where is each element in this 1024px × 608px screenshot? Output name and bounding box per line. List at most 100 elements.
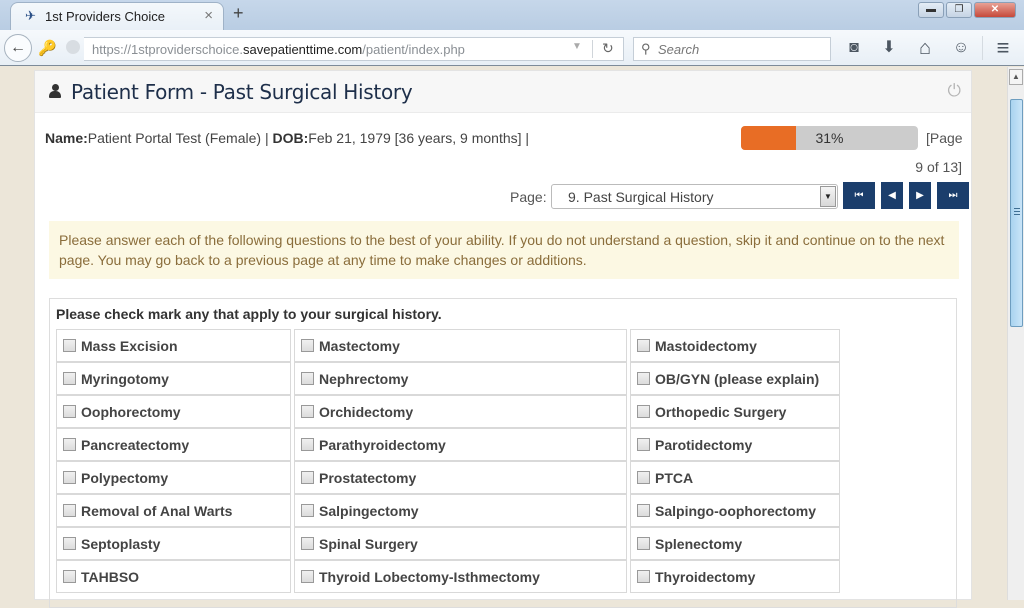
checkbox[interactable] [637,570,650,583]
checklist-item[interactable]: OB/GYN (please explain) [630,362,840,395]
checklist-item-label: Orchidectomy [319,403,414,420]
restore-button[interactable]: ❐ [946,2,972,18]
checklist-item[interactable]: Mass Excision [56,329,291,362]
url-separator [592,40,593,58]
url-dropdown-icon[interactable]: ▼ [572,41,582,52]
checklist-item[interactable]: Myringotomy [56,362,291,395]
pocket-icon[interactable]: ◙ [844,38,864,58]
checklist-item[interactable]: Polypectomy [56,461,291,494]
checkbox[interactable] [63,570,76,583]
checkbox[interactable] [301,471,314,484]
checkbox[interactable] [301,372,314,385]
checkbox[interactable] [63,438,76,451]
checklist-item[interactable]: Mastoidectomy [630,329,840,362]
checkbox[interactable] [63,504,76,517]
scroll-thumb[interactable] [1010,99,1023,327]
home-icon[interactable]: ⌂ [915,38,935,58]
checklist-item[interactable]: Salpingo-oophorectomy [630,494,840,527]
patient-form-panel: Patient Form - Past Surgical History ⏻ N… [34,70,972,608]
page-select-label: Page: [510,189,547,205]
checklist-item-label: Polypectomy [81,469,169,486]
new-tab-button[interactable]: + [233,3,244,24]
checklist-item[interactable]: Oophorectomy [56,395,291,428]
checklist-item-label: Salpingo-oophorectomy [655,502,816,519]
checkbox[interactable] [637,405,650,418]
checklist-item-label: Septoplasty [81,535,161,552]
checklist-item-label: Salpingectomy [319,502,419,519]
scrollbar[interactable]: ▲ [1007,67,1024,600]
url-bar[interactable]: https://1stproviderschoice.savepatientti… [84,37,624,61]
checkbox[interactable] [63,339,76,352]
checkbox[interactable] [63,405,76,418]
checklist-item[interactable]: Nephrectomy [294,362,627,395]
checklist-item[interactable]: Salpingectomy [294,494,627,527]
close-window-button[interactable]: ✕ [974,2,1016,18]
checklist-item[interactable]: Parathyroidectomy [294,428,627,461]
page-count-text: [Page [926,130,963,146]
checklist-item[interactable]: Orthopedic Surgery [630,395,840,428]
page-select[interactable]: 9. Past Surgical History ▼ [551,184,838,209]
checklist-item-label: Orthopedic Surgery [655,403,787,420]
checklist-item-label: Mastoidectomy [655,337,757,354]
window-controls: ▬ ❐ ✕ [918,2,1016,18]
prev-page-button[interactable]: ◀ [881,182,903,209]
checklist-item-label: Thyroidectomy [655,568,756,585]
checklist-item-label: OB/GYN (please explain) [655,370,820,387]
checkbox[interactable] [301,537,314,550]
checklist-item[interactable]: PTCA [630,461,840,494]
search-icon: ⚲ [641,41,651,56]
browser-navbar: ← 🔑 https://1stproviderschoice.savepatie… [0,30,1024,66]
browser-tab[interactable]: ✈ 1st Providers Choice × [10,2,224,30]
name-label: Name: [45,130,88,146]
toolbar-separator [982,36,983,60]
checklist-item[interactable]: Splenectomy [630,527,840,560]
checkbox[interactable] [637,504,650,517]
first-page-button[interactable]: ⏮ [843,182,875,209]
checklist-item-label: Pancreatectomy [81,436,190,453]
url-text: https://1stproviderschoice.savepatientti… [92,42,465,57]
checkbox[interactable] [637,471,650,484]
checkbox[interactable] [63,471,76,484]
checklist-item[interactable]: TAHBSO [56,560,291,593]
key-icon[interactable]: 🔑 [38,39,57,57]
checkbox[interactable] [637,339,650,352]
chevron-down-icon[interactable]: ▼ [820,186,836,207]
next-page-button[interactable]: ▶ [909,182,931,209]
checklist-item[interactable]: Thyroidectomy [630,560,840,593]
chat-icon[interactable]: ☺ [951,38,971,58]
checklist-item[interactable]: Thyroid Lobectomy-Isthmectomy [294,560,627,593]
checkbox[interactable] [63,537,76,550]
scroll-up-button[interactable]: ▲ [1009,69,1023,85]
minimize-button[interactable]: ▬ [918,2,944,18]
checkbox[interactable] [301,405,314,418]
checklist-item[interactable]: Septoplasty [56,527,291,560]
menu-icon[interactable]: ≡ [993,37,1013,59]
checkbox[interactable] [63,372,76,385]
checklist-item[interactable]: Orchidectomy [294,395,627,428]
checklist-item[interactable]: Removal of Anal Warts [56,494,291,527]
checklist-item[interactable]: Prostatectomy [294,461,627,494]
checkbox[interactable] [301,438,314,451]
reload-icon[interactable]: ↻ [602,40,614,57]
tab-close-icon[interactable]: × [204,7,213,24]
checklist-item-label: PTCA [655,469,694,486]
checkbox[interactable] [301,504,314,517]
last-page-button[interactable]: ⏭ [937,182,969,209]
checklist-item[interactable]: Parotidectomy [630,428,840,461]
search-input[interactable]: ⚲ Search [633,37,831,61]
checkbox[interactable] [637,438,650,451]
checklist-item-label: Splenectomy [655,535,743,552]
checklist-grid: Mass Excision Mastectomy Mastoidectomy Myri… [56,329,840,593]
checkbox[interactable] [637,537,650,550]
checklist-item[interactable]: Spinal Surgery [294,527,627,560]
checkbox[interactable] [301,570,314,583]
checklist-item[interactable]: Mastectomy [294,329,627,362]
progress-label: 31% [815,130,844,146]
power-icon[interactable]: ⏻ [948,81,961,101]
checkbox[interactable] [637,372,650,385]
checklist-item-label: Mass Excision [81,337,178,354]
download-icon[interactable]: ⬇ [879,38,899,58]
checklist-item[interactable]: Pancreatectomy [56,428,291,461]
checkbox[interactable] [301,339,314,352]
back-button[interactable]: ← [4,34,32,62]
